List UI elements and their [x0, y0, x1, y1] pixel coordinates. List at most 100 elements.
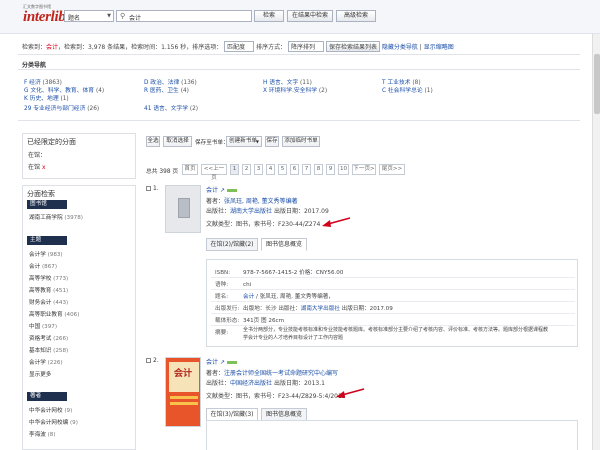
facet-item[interactable]: 中华会计网校 (9): [29, 406, 72, 414]
tab-holdings[interactable]: 在馆(2)/馆藏(2): [206, 238, 258, 251]
result-type: 文献类型：图书，索书号：F23-44/Z829-5:4/2013: [206, 391, 346, 400]
facet-item[interactable]: 财务会计 (443): [29, 298, 68, 306]
book-icon: [178, 198, 190, 218]
page-button[interactable]: 9: [326, 164, 335, 175]
advanced-search-button[interactable]: 高级检索: [336, 10, 376, 22]
nav-item[interactable]: R 医药、卫生 (4): [144, 85, 189, 94]
facet-item[interactable]: 高等教育 (451): [29, 286, 68, 294]
result-title-link[interactable]: 会计: [206, 359, 218, 366]
remove-filter-icon[interactable]: x: [42, 164, 46, 171]
select-all-button[interactable]: 全选: [146, 136, 160, 147]
tab-book-info[interactable]: 图书信息概览: [261, 238, 307, 251]
category-nav-title: 分类导航: [22, 62, 47, 69]
result-checkbox[interactable]: [146, 358, 151, 363]
facet-item[interactable]: 中国 (397): [29, 322, 57, 330]
last-page-button[interactable]: 尾页>>: [379, 164, 405, 175]
author-link[interactable]: 注册会计师全国统一考试命题研究中心编写: [224, 370, 338, 377]
nav-item[interactable]: X 环境科学.安全科学 (2): [263, 85, 327, 94]
annotation-arrow-icon: [322, 217, 351, 227]
search-in-results-button[interactable]: 在结果中检索: [287, 10, 333, 22]
publisher-link[interactable]: 湖南大学出版社: [230, 208, 272, 215]
detail-value: 出版日期：2017.09: [339, 306, 393, 312]
search-input[interactable]: ⚲ 会计: [116, 10, 252, 22]
show-thumbnails-link[interactable]: 显示缩略图: [424, 44, 454, 51]
hide-nav-link[interactable]: 隐藏分类导航: [382, 44, 418, 51]
annotation-arrow-icon: [336, 388, 365, 398]
facet-item[interactable]: 李海波 (8): [29, 430, 56, 438]
detail-publication: 出版发行: 出版地：长沙 出版社：湖南大学出版社 出版日期：2017.09: [215, 304, 393, 312]
divider: [211, 289, 575, 290]
author-label: 著者：: [206, 198, 225, 205]
show-more-link[interactable]: 显示更多: [29, 370, 51, 378]
detail-key: ISBN:: [215, 270, 231, 276]
facet-item[interactable]: 中华会计网校编 (9): [29, 418, 78, 426]
book-cover-placeholder[interactable]: [165, 185, 201, 233]
external-link-icon[interactable]: ↗: [220, 359, 225, 366]
page-button[interactable]: 5: [278, 164, 287, 175]
nav-item-count: (26): [87, 106, 100, 112]
book-list-select[interactable]: 创建新书单 ▼: [226, 136, 262, 147]
facet-filter-chip[interactable]: 在馆 x: [28, 162, 46, 171]
logo-text: interlib: [23, 9, 66, 25]
facet-item[interactable]: 资格考试 (266): [29, 334, 68, 342]
detail-publisher-link[interactable]: 湖南大学出版社: [301, 306, 340, 312]
publisher-label: 出版社：: [206, 380, 231, 387]
availability-bar: [226, 361, 237, 364]
limited-facets-panel: 已经限定的分面 在馆： 在馆 x: [22, 133, 136, 179]
search-button[interactable]: 检索: [254, 10, 284, 22]
author-link[interactable]: 张凤珏, 周艳, 董文秀等编著: [224, 198, 298, 205]
page-button[interactable]: 8: [314, 164, 323, 175]
publisher-link[interactable]: 中国经济出版社: [230, 380, 272, 387]
detail-value: chi: [243, 282, 252, 288]
in-library-label: 在馆：: [28, 152, 47, 159]
date-label: 出版日期：: [273, 380, 304, 387]
add-temp-list-button[interactable]: 添加临时书单: [282, 136, 320, 147]
save-list-button[interactable]: 保存: [265, 136, 279, 147]
facet-item[interactable]: 湖南工商学院 (3978): [29, 213, 83, 221]
facet-item-label: 湖南工商学院: [29, 215, 63, 221]
sort-option-select[interactable]: 匹配度: [224, 41, 255, 52]
nav-item[interactable]: 41 语言、文字学 (2): [144, 103, 198, 112]
search-field-select[interactable]: 题名 ▼: [64, 10, 114, 22]
page-button[interactable]: 2: [242, 164, 251, 175]
nav-item[interactable]: C 社会科学总论 (1): [382, 85, 433, 94]
detail-key: 摘要:: [215, 330, 229, 336]
detail-title-link[interactable]: 会计: [243, 294, 254, 300]
nav-item-label: C 社会科学总论: [382, 88, 423, 94]
result-title-row: 会计 ↗: [206, 185, 237, 194]
facet-item[interactable]: 会计 (867): [29, 262, 57, 270]
scrollbar[interactable]: [592, 34, 600, 450]
facet-item[interactable]: 会计学 (983): [29, 250, 63, 258]
facet-item[interactable]: 高等学校 (773): [29, 274, 68, 282]
page-button[interactable]: 6: [290, 164, 299, 175]
first-page-button[interactable]: 首页: [182, 164, 198, 175]
nav-item[interactable]: K 历史、地理 (1): [24, 93, 69, 102]
prev-page-button[interactable]: <<上一页: [201, 164, 227, 181]
nav-item[interactable]: 29 专业经济与部门经济 (26): [24, 103, 99, 112]
save-results-button[interactable]: 保存检索结果列表: [325, 41, 380, 52]
page-button[interactable]: 4: [266, 164, 275, 175]
divider: [211, 313, 575, 314]
facet-item[interactable]: 高等职业教育 (406): [29, 310, 79, 318]
result-title-link[interactable]: 会计: [206, 187, 218, 194]
result-checkbox[interactable]: [146, 186, 151, 191]
book-cover[interactable]: 会计: [165, 357, 201, 427]
sort-way-select[interactable]: 降序排列: [288, 41, 325, 52]
facet-item[interactable]: 会计学 (226): [29, 358, 63, 366]
scrollbar-thumb[interactable]: [594, 54, 600, 114]
sort-way-value: 降序排列: [291, 44, 316, 51]
next-page-button[interactable]: 下一页>: [352, 164, 376, 175]
logo[interactable]: 汇文数字图书馆 interlib: [23, 4, 66, 26]
external-link-icon[interactable]: ↗: [220, 187, 225, 194]
nav-item-label: K 历史、地理: [24, 96, 59, 102]
facet-item[interactable]: 基本知识 (258): [29, 346, 68, 354]
detail-value: 出版地：长沙 出版社：: [243, 306, 301, 312]
book-info-panel: ISBN: 978-7-5667-1415-2 价格：CNY56.00 语种: ch…: [206, 259, 578, 347]
page-button[interactable]: 1: [230, 164, 239, 175]
page-button[interactable]: 7: [302, 164, 311, 175]
page-button[interactable]: 10: [338, 164, 349, 175]
page-button[interactable]: 3: [254, 164, 263, 175]
type-label: 文献类型：: [206, 221, 237, 228]
result-number: 2.: [153, 357, 159, 364]
cancel-select-button[interactable]: 取消选择: [163, 136, 192, 147]
